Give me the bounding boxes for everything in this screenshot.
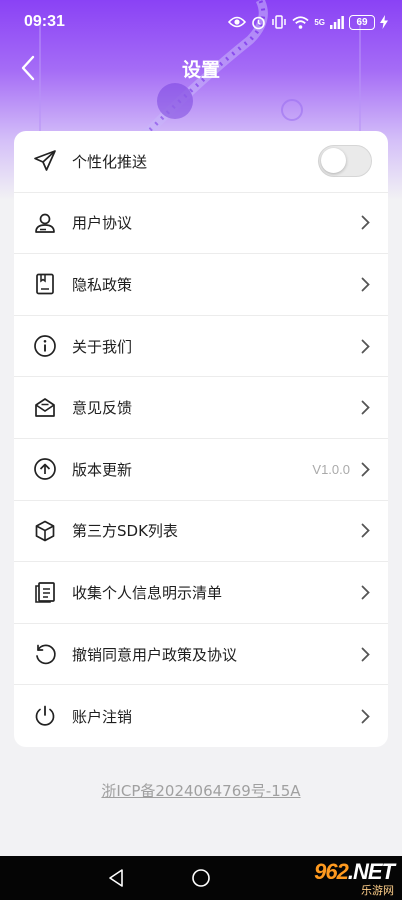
privacy-book-icon — [32, 271, 58, 297]
settings-row-push: 个性化推送 — [14, 131, 388, 193]
settings-row-label: 版本更新 — [72, 460, 133, 479]
settings-row-privacy-policy[interactable]: 隐私政策 — [14, 254, 388, 316]
settings-row-revoke-consent[interactable]: 撤销同意用户政策及协议 — [14, 624, 388, 686]
chevron-right-icon — [358, 460, 372, 478]
settings-row-feedback[interactable]: 意见反馈 — [14, 377, 388, 439]
watermark-site-name: 乐游网 — [361, 883, 394, 897]
cube-icon — [32, 518, 58, 544]
title-bar: 设置 — [0, 46, 402, 90]
circle-home-icon — [192, 869, 210, 887]
version-value: V1.0.0 — [312, 461, 350, 477]
settings-row-label: 隐私政策 — [72, 275, 133, 294]
settings-row-label: 用户协议 — [72, 214, 133, 233]
settings-card: 个性化推送 用户协议 隐私政策 关于我们 意见反馈 版本更新 V1.0.0 第三… — [14, 131, 388, 747]
charging-icon — [380, 15, 388, 29]
chevron-right-icon — [358, 399, 372, 417]
chevron-right-icon — [358, 522, 372, 540]
chevron-right-icon — [358, 337, 372, 355]
undo-icon — [32, 641, 58, 667]
settings-row-label: 关于我们 — [72, 337, 133, 356]
toggle-knob — [321, 148, 346, 174]
info-circle-icon — [32, 333, 58, 359]
settings-row-label: 撤销同意用户政策及协议 — [72, 645, 238, 664]
battery-indicator: 69 — [349, 14, 375, 30]
watermark-brand: 962.NET — [314, 858, 395, 884]
wifi-icon — [292, 15, 309, 29]
upload-circle-icon — [32, 456, 58, 482]
page-title: 设置 — [181, 58, 220, 81]
document-list-icon — [32, 579, 58, 605]
status-bar: 09:31 5G 69 — [0, 0, 402, 44]
watermark-domain: .NET — [347, 858, 395, 884]
back-button[interactable] — [10, 50, 46, 86]
settings-row-version-update[interactable]: 版本更新 V1.0.0 — [14, 439, 388, 501]
power-icon — [32, 703, 58, 729]
chevron-right-icon — [358, 645, 372, 663]
nav-home-button[interactable] — [189, 866, 213, 890]
chevron-right-icon — [358, 214, 372, 232]
settings-row-label: 意见反馈 — [72, 399, 133, 418]
alarm-icon — [252, 16, 266, 29]
user-agreement-icon — [32, 210, 58, 236]
settings-row-label: 收集个人信息明示清单 — [72, 583, 223, 602]
settings-row-label: 第三方SDK列表 — [72, 522, 178, 541]
vibrate-icon — [272, 15, 287, 29]
icp-license-link[interactable]: 浙ICP备2024064769号-15A — [0, 780, 402, 801]
back-arrow-icon — [21, 55, 35, 81]
chevron-right-icon — [358, 275, 372, 293]
feedback-mail-icon — [32, 395, 58, 421]
eye-icon — [228, 16, 247, 28]
status-time: 09:31 — [24, 13, 65, 30]
chevron-right-icon — [358, 707, 372, 725]
chevron-right-icon — [358, 583, 372, 601]
settings-row-third-party-sdk[interactable]: 第三方SDK列表 — [14, 501, 388, 563]
settings-row-personal-info-list[interactable]: 收集个人信息明示清单 — [14, 562, 388, 624]
watermark-number: 962 — [314, 858, 349, 884]
triangle-back-icon — [109, 869, 123, 887]
network-type: 5G — [314, 17, 325, 27]
push-toggle[interactable] — [318, 145, 372, 178]
settings-row-about-us[interactable]: 关于我们 — [14, 316, 388, 378]
signal-icon — [330, 15, 344, 29]
settings-row-account-deletion[interactable]: 账户注销 — [14, 685, 388, 747]
status-icons: 5G 69 — [228, 14, 388, 30]
settings-row-label: 账户注销 — [72, 707, 133, 726]
paper-plane-icon — [32, 148, 58, 174]
nav-back-button[interactable] — [104, 866, 128, 890]
site-watermark: 962.NET 乐游网 — [314, 856, 395, 900]
settings-row-user-agreement[interactable]: 用户协议 — [14, 193, 388, 255]
settings-row-label: 个性化推送 — [72, 152, 148, 171]
